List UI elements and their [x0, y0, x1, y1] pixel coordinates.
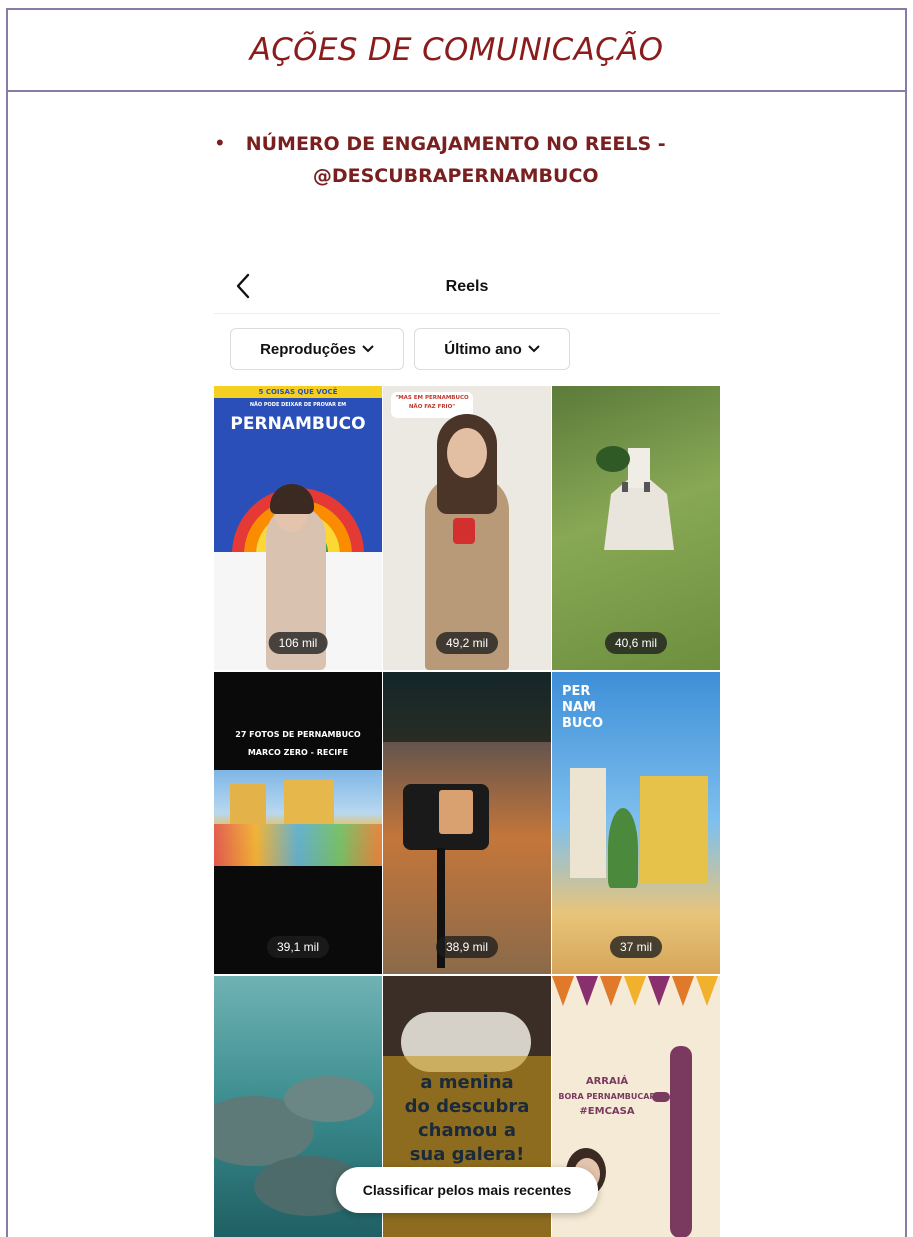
reel-caption: ARRAIÁ — [585, 1076, 629, 1087]
chevron-down-icon — [362, 345, 374, 353]
heading-line-1: NÚMERO DE ENGAJAMENTO NO REELS - — [245, 133, 666, 155]
section-heading: NÚMERO DE ENGAJAMENTO NO REELS - @DESCUB… — [246, 128, 666, 192]
view-count-badge: 49,2 mil — [435, 632, 499, 654]
instagram-screenshot: Reels Reproduções Último ano 5 COISAS QU… — [214, 262, 720, 1237]
reel-caption: BUCO — [562, 716, 604, 731]
chevron-down-icon — [528, 345, 540, 353]
reel-caption: PERNAMBUCO — [230, 414, 366, 434]
reel-tile[interactable]: 27 FOTOS DE PERNAMBUCO MARCO ZERO - RECI… — [214, 672, 382, 974]
reel-caption: #EMCASA — [579, 1106, 635, 1117]
reel-caption: a menina — [420, 1072, 514, 1093]
screen-title: Reels — [445, 278, 489, 295]
bullet-heading: • NÚMERO DE ENGAJAMENTO NO REELS - @DESC… — [216, 128, 776, 192]
filter-metric-dropdown[interactable]: Reproduções — [230, 328, 404, 370]
filter-bar: Reproduções Último ano — [230, 328, 570, 370]
filter-period-label: Último ano — [444, 340, 522, 358]
reel-caption: sua galera! — [409, 1144, 525, 1165]
reel-caption: NÃO PODE DEIXAR DE PROVAR EM — [249, 402, 347, 408]
reel-caption: PER — [562, 684, 591, 699]
view-count-badge: 40,6 mil — [604, 632, 668, 654]
reel-tile[interactable]: 40,6 mil — [552, 386, 720, 670]
reel-tile[interactable]: PER NAM BUCO 37 mil — [552, 672, 720, 974]
reel-caption: "MAS EM PERNAMBUCO — [395, 395, 469, 401]
reel-caption: 5 COISAS QUE VOCÊ — [258, 388, 338, 396]
view-count-badge: 37 mil — [609, 936, 663, 958]
sort-recent-button[interactable]: Classificar pelos mais recentes — [336, 1167, 598, 1213]
heading-line-2: @DESCUBRAPERNAMBUCO — [312, 165, 599, 187]
reel-caption: do descubra — [404, 1096, 530, 1117]
reel-tile[interactable]: "MAS EM PERNAMBUCO NÃO FAZ FRIO" 49,2 mi… — [383, 386, 551, 670]
reel-tile[interactable]: 38,9 mil — [383, 672, 551, 974]
view-count-badge: 39,1 mil — [266, 936, 330, 958]
page-title: AÇÕES DE COMUNICAÇÃO — [249, 32, 664, 68]
view-count-badge: 38,9 mil — [435, 936, 499, 958]
reel-caption: BORA PERNAMBUCAR — [558, 1092, 656, 1101]
reel-caption: 27 FOTOS DE PERNAMBUCO — [235, 730, 361, 739]
filter-period-dropdown[interactable]: Último ano — [414, 328, 570, 370]
app-header: Reels — [214, 262, 720, 314]
title-box: AÇÕES DE COMUNICAÇÃO — [8, 10, 905, 92]
bullet-icon: • — [216, 130, 224, 155]
view-count-badge: 106 mil — [268, 632, 328, 654]
reel-tile[interactable]: 5 COISAS QUE VOCÊ NÃO PODE DEIXAR DE PRO… — [214, 386, 382, 670]
reel-caption: MARCO ZERO - RECIFE — [247, 748, 349, 757]
reel-caption: NAM — [562, 700, 596, 715]
reel-caption: NÃO FAZ FRIO" — [408, 404, 456, 410]
bunting-decoration — [552, 976, 718, 1006]
filter-metric-label: Reproduções — [260, 340, 356, 358]
reel-caption: chamou a — [418, 1120, 516, 1141]
